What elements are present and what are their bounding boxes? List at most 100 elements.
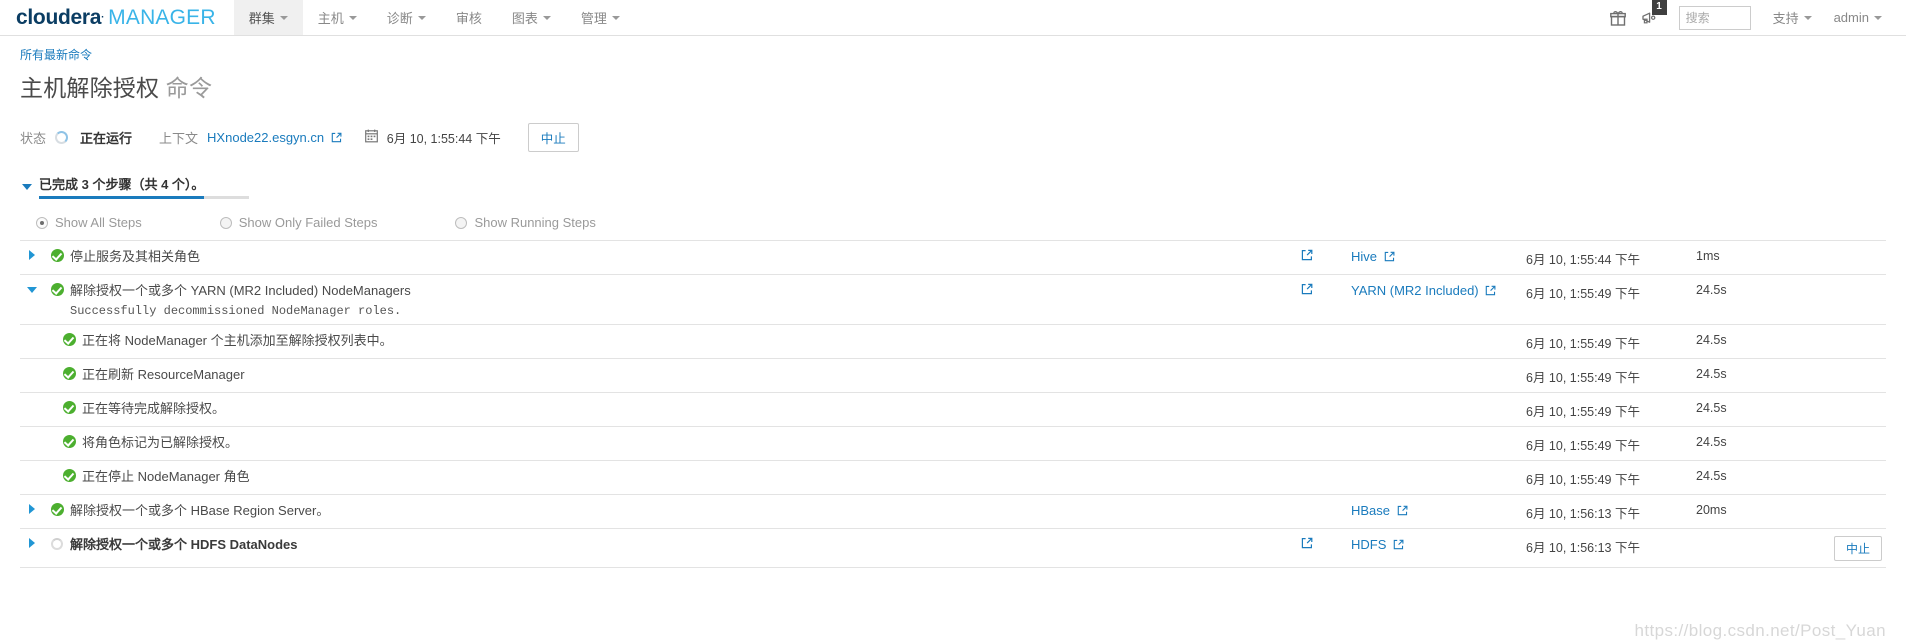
row-duration-cell: 24.5s [1696,367,1727,381]
success-check-icon [50,503,64,516]
nav-item-clusters[interactable]: 群集 [233,0,303,35]
nav-item-support[interactable]: 支持 [1763,1,1822,35]
service-link-hdfs[interactable]: HDFS [1351,537,1404,552]
radio-button-icon[interactable] [36,216,48,229]
service-link-yarn[interactable]: YARN (MR2 Included) [1351,283,1496,298]
chevron-right-icon[interactable] [29,250,35,260]
service-link-label: HDFS [1351,537,1387,552]
external-link-icon [1384,250,1395,265]
page-title: 主机解除授权 命令 [20,69,1906,103]
running-spinner-icon [51,538,63,550]
row-duration-cell: 24.5s [1696,401,1727,415]
status-label: 状态 [20,131,47,146]
service-link-hive[interactable]: Hive [1351,249,1395,264]
context-host-link[interactable]: HXnode22.esgyn.cn [207,130,342,146]
watermark-text: https://blog.csdn.net/Post_Yuan [1634,621,1886,640]
row-service-icon-cell [1301,400,1351,401]
nav-item-administration[interactable]: 管理 [566,0,635,35]
radio-show-all-steps-label: Show All Steps [55,215,142,230]
nav-item-audits[interactable]: 审核 [441,0,497,35]
nav-item-hosts-label: 主机 [317,11,344,26]
row-service-icon-cell [1301,248,1351,264]
row-name-cell: 停止服务及其相关角色 [70,248,1301,265]
radio-show-all-steps[interactable]: Show All Steps [36,215,142,230]
logo-cloudera-text: cloudera [16,5,102,29]
row-status-cell [44,502,70,516]
abort-step-button[interactable]: 中止 [1833,536,1882,561]
cloudera-manager-logo[interactable]: cloudera · MANAGER [0,0,234,35]
logo-manager-text: MANAGER [108,5,216,29]
row-name-cell: 正在刷新 ResourceManager [82,366,1301,383]
chevron-down-icon[interactable] [22,183,32,190]
radio-button-icon[interactable] [455,216,468,229]
nav-item-user-admin[interactable]: admin [1824,1,1892,35]
radio-show-only-failed-steps-label: Show Only Failed Steps [238,215,378,230]
abort-command-button[interactable]: 中止 [527,123,579,152]
calendar-icon [364,129,378,146]
row-status-cell [56,366,82,380]
nav-item-diagnostics-label: 诊断 [386,11,413,26]
nav-item-support-label: 支持 [1772,11,1799,26]
table-row[interactable]: 正在停止 NodeManager 角色 6月 10, 1:55:49 下午 24… [20,461,1886,495]
radio-button-icon[interactable] [219,216,232,229]
row-toggle-cell [20,536,44,548]
nav-item-diagnostics[interactable]: 诊断 [372,0,441,35]
row-toggle-cell [20,248,44,260]
row-service-cell [1351,332,1526,333]
row-name-cell: 正在等待完成解除授权。 [82,400,1301,417]
table-row[interactable]: 正在等待完成解除授权。 6月 10, 1:55:49 下午 24.5s [20,393,1886,427]
context-label: 上下文 [159,131,199,146]
table-row[interactable]: 解除授权一个或多个 HBase Region Server。 HBase 6月 … [20,495,1886,529]
row-service-cell: YARN (MR2 Included) [1351,282,1526,299]
radio-show-running-steps[interactable]: Show Running Steps [455,215,596,230]
table-row[interactable]: 解除授权一个或多个 YARN (MR2 Included) NodeManage… [20,275,1886,325]
search-input[interactable] [1678,5,1751,30]
success-check-icon [50,283,64,296]
external-link-icon[interactable] [1301,537,1313,552]
page-title-suffix: 命令 [165,75,213,101]
nav-item-hosts[interactable]: 主机 [303,0,372,35]
row-name-cell: 解除授权一个或多个 HDFS DataNodes [70,536,1301,553]
table-row[interactable]: 正在将 NodeManager 个主机添加至解除授权列表中。 6月 10, 1:… [20,325,1886,359]
radio-show-only-failed-steps[interactable]: Show Only Failed Steps [219,215,378,230]
service-link-hbase[interactable]: HBase [1351,503,1408,518]
success-check-icon [62,435,76,448]
success-check-icon [62,401,76,414]
step-title: 解除授权一个或多个 HBase Region Server。 [70,503,330,518]
table-row[interactable]: 停止服务及其相关角色 Hive 6月 10, 1:55:44 下午 1ms [20,241,1886,275]
nav-item-charts[interactable]: 图表 [497,0,566,35]
external-link-icon[interactable] [1301,249,1313,264]
row-service-cell [1351,468,1526,469]
table-row[interactable]: 将角色标记为已解除授权。 6月 10, 1:55:49 下午 24.5s [20,427,1886,461]
step-title: 将角色标记为已解除授权。 [82,435,239,450]
chevron-right-icon[interactable] [29,538,35,548]
external-link-icon [1397,504,1408,519]
external-link-icon [1485,284,1496,299]
announcement-icon[interactable]: 1 [1635,0,1667,35]
table-row[interactable]: 正在刷新 ResourceManager 6月 10, 1:55:49 下午 2… [20,359,1886,393]
steps-progress-summary[interactable]: 已完成 3 个步骤（共 4 个）。 [39,174,250,199]
page-header: 所有最新命令 主机解除授权 命令 [0,36,1906,103]
service-link-label: Hive [1351,249,1378,264]
gift-icon[interactable] [1603,1,1633,35]
chevron-down-icon [417,15,426,20]
row-service-icon-cell [1301,366,1351,367]
breadcrumb-all-recent-commands[interactable]: 所有最新命令 [20,46,92,63]
chevron-down-icon [542,15,551,20]
chevron-down-icon[interactable] [27,287,37,293]
row-status-cell [56,400,82,414]
command-steps-table: 停止服务及其相关角色 Hive 6月 10, 1:55:44 下午 1ms 解除… [20,240,1886,568]
row-duration-cell: 24.5s [1696,435,1727,449]
row-timestamp-cell: 6月 10, 1:55:49 下午 [1526,287,1640,301]
table-row[interactable]: 解除授权一个或多个 HDFS DataNodes HDFS 6月 10, 1:5… [20,529,1886,568]
row-duration-cell: 24.5s [1696,283,1727,297]
page-title-main: 主机解除授权 [20,75,160,101]
navbar-right-section: 1 支持 admin [1603,0,1906,35]
steps-summary-row: 已完成 3 个步骤（共 4 个）。 [0,152,1906,199]
external-link-icon[interactable] [1301,283,1313,298]
chevron-right-icon[interactable] [29,504,35,514]
step-filter-radios: Show All Steps Show Only Failed Steps Sh… [0,199,1906,230]
command-status-row: 状态 正在运行 上下文 HXnode22.esgyn.cn 6月 10, 1:5… [0,103,1906,152]
row-status-cell [56,434,82,448]
command-start-timestamp: 6月 10, 1:55:44 下午 [386,132,501,146]
